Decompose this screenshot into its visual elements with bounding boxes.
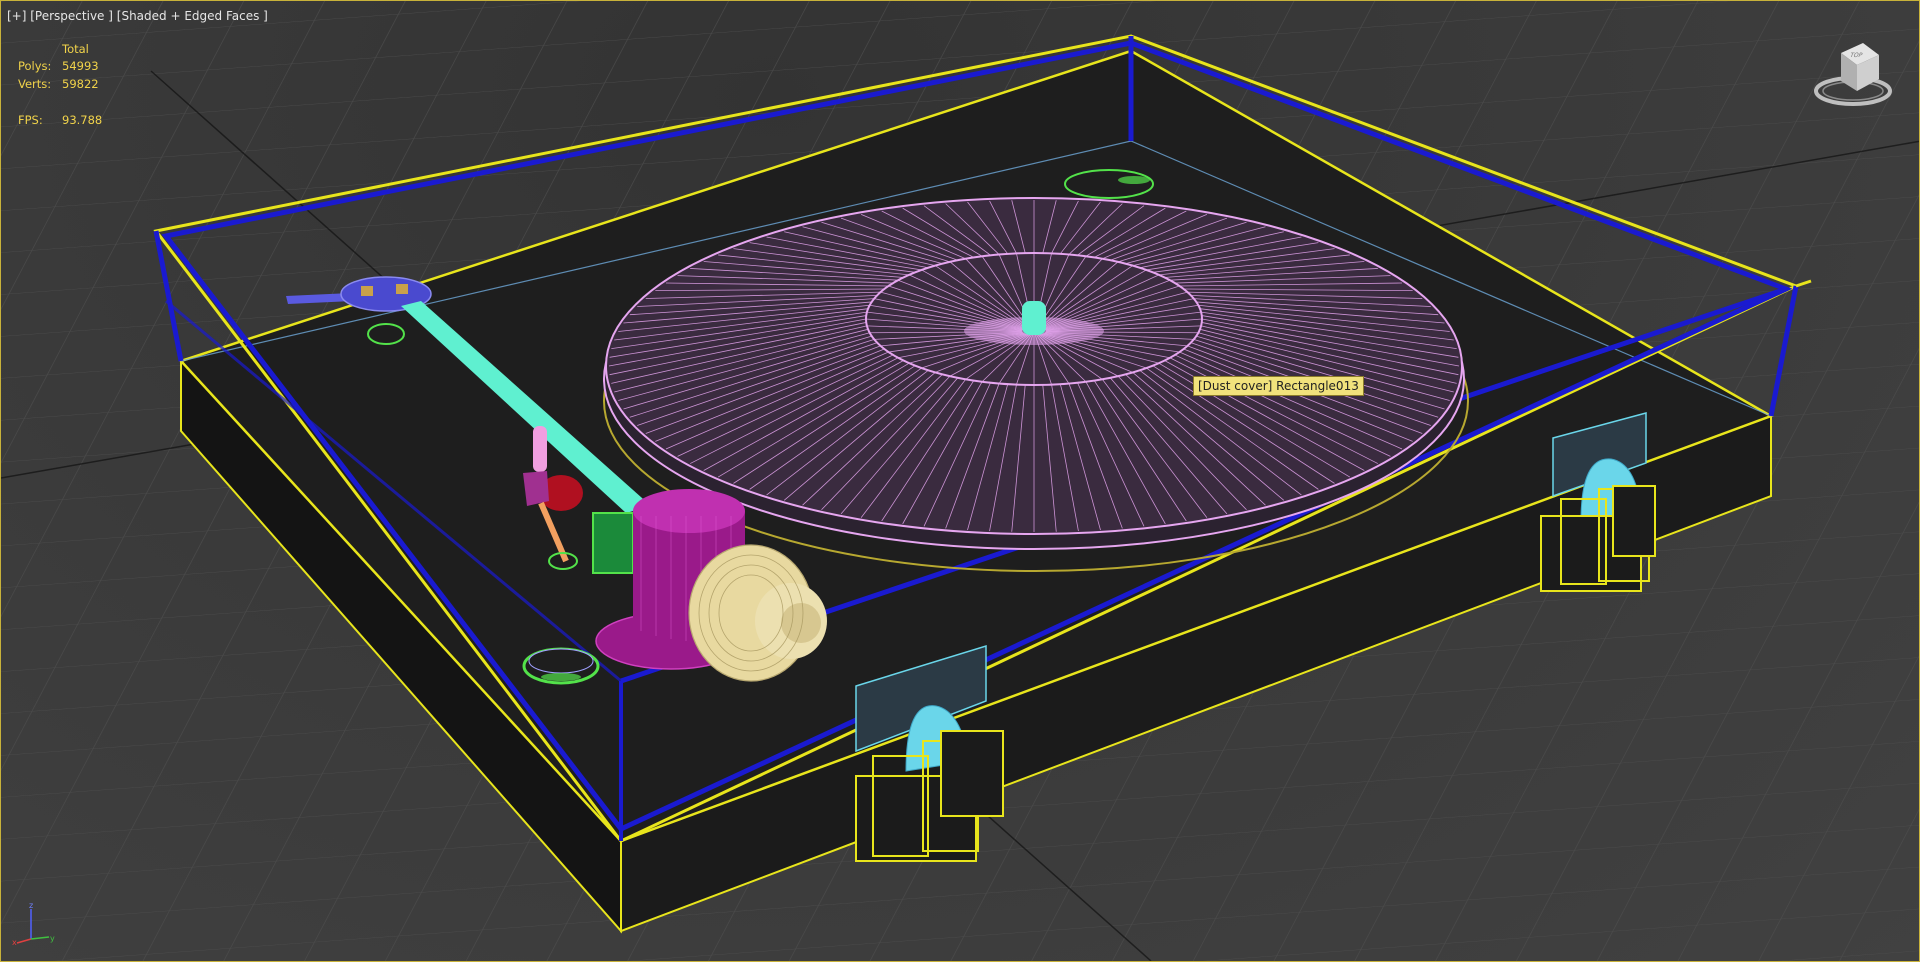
stats-polys-label: Polys: — [18, 59, 52, 73]
spindle — [1022, 301, 1046, 335]
axis-y-label: y — [50, 934, 55, 943]
stats-polys-value: 54993 — [62, 59, 99, 73]
viewport-point-of-view-menu[interactable]: [Perspective ] — [30, 9, 113, 23]
stats-fps-value: 93.788 — [62, 113, 103, 127]
viewport-shading-menu[interactable]: [Shaded + Edged Faces ] — [117, 9, 268, 23]
axis-tripod-icon: z x y — [12, 901, 55, 947]
object-tooltip: [Dust cover] Rectangle013 — [1193, 376, 1364, 396]
stats-verts-value: 59822 — [62, 77, 99, 91]
viewport-general-menu[interactable]: [+] — [7, 9, 26, 23]
viewport-label-menu[interactable]: [+] [Perspective ] [Shaded + Edged Faces… — [7, 9, 268, 23]
stats-header: Total — [62, 42, 89, 56]
viewcube-top-label: TOP — [1848, 52, 1864, 59]
stats-verts-label: Verts: — [18, 77, 52, 91]
stats-fps-label: FPS: — [18, 113, 43, 127]
axis-z-label: z — [29, 901, 33, 910]
scene-3d[interactable] — [1, 1, 1920, 962]
arm-base-block — [592, 512, 634, 574]
viewcube-icon[interactable]: TOP — [1813, 39, 1893, 107]
axis-x-label: x — [12, 938, 17, 947]
perspective-viewport[interactable]: [+] [Perspective ] [Shaded + Edged Faces… — [0, 0, 1920, 962]
start-button[interactable] — [522, 647, 600, 685]
